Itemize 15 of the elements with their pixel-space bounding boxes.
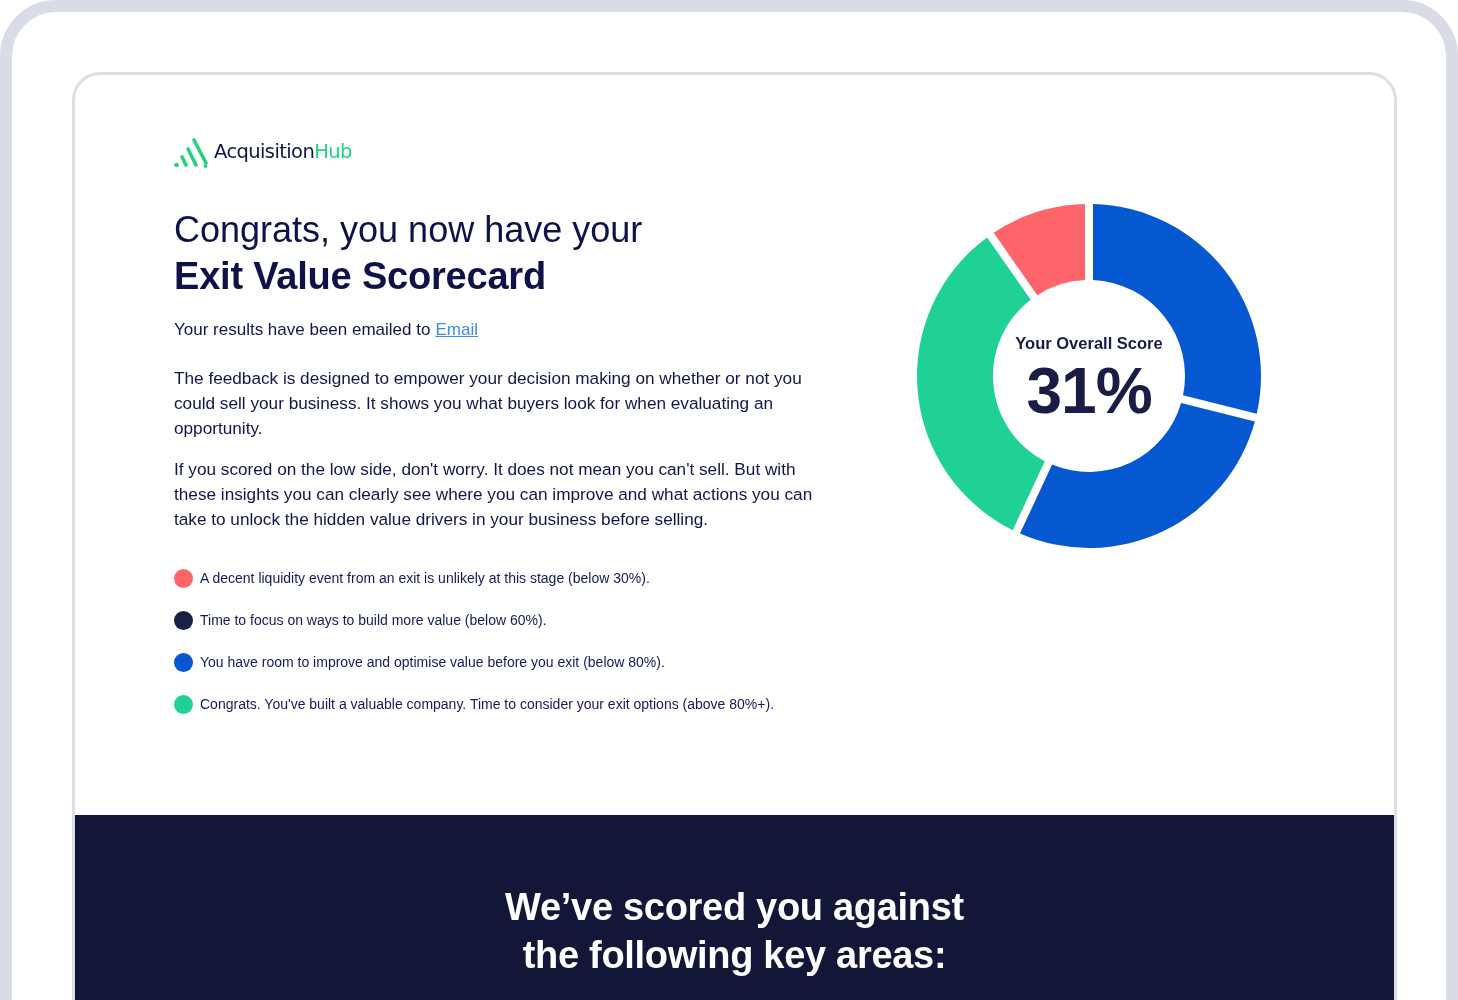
logo-wordmark: AcquisitionHub	[214, 141, 352, 162]
legend-text: A decent liquidity event from an exit is unlikely at this stage (below 30%).	[200, 569, 650, 587]
body-paragraph: If you scored on the low side, don't worry. It does not mean you can't sell. But with these insights you can clearly see where you can improve and what actions you can take to unlock the hidden value drivers in your business before selling.	[174, 458, 814, 531]
legend-text: Congrats. You've built a valuable company. Time to consider your exit options (above 80%+).	[200, 695, 775, 713]
body-paragraph: The feedback is designed to empower your decision making on whether or not you could sell your business. It shows you what buyers look for when evaluating an opportunity.	[174, 367, 803, 440]
email-notice: Your results have been emailed to Email	[174, 319, 478, 341]
legend-text: You have room to improve and optimise value before you exit (below 80%).	[200, 653, 665, 671]
page-heading: Congrats, you now have your	[174, 208, 643, 252]
page-title: Exit Value Scorecard	[174, 254, 546, 299]
section-heading: We’ve scored you against the following key areas:	[504, 885, 965, 978]
score-value: 31%	[1026, 358, 1152, 424]
email-link[interactable]: Email	[435, 320, 478, 339]
score-label: Your Overall Score	[1015, 333, 1163, 353]
legend-text: Time to focus on ways to build more value (below 60%).	[200, 611, 547, 629]
logo-icon	[174, 137, 208, 168]
